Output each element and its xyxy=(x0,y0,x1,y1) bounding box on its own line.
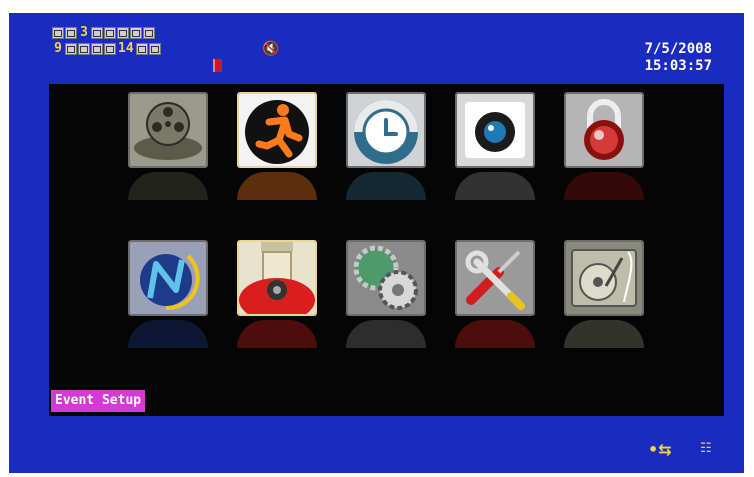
schedule-icon xyxy=(348,94,424,166)
channel-inactive-icon xyxy=(78,43,90,55)
system-menu-button[interactable] xyxy=(346,240,426,316)
channel-inactive-icon xyxy=(148,43,161,55)
tools-icon xyxy=(457,242,533,314)
record-menu-button[interactable] xyxy=(128,92,208,168)
channel-active-number: 14 xyxy=(118,41,134,56)
date-text: 7/5/2008 xyxy=(644,41,712,57)
menu-reflection xyxy=(237,172,317,200)
menu-reflection xyxy=(346,320,426,348)
menu-reflection xyxy=(346,172,426,200)
tools-menu-button[interactable] xyxy=(455,240,535,316)
menu-reflection xyxy=(564,320,644,348)
schedule-menu-button[interactable] xyxy=(346,92,426,168)
main-menu-panel xyxy=(49,84,724,416)
record-icon xyxy=(130,94,206,166)
time-text: 15:03:57 xyxy=(644,58,712,74)
datetime-display: 7/5/2008 15:03:57 xyxy=(645,41,712,75)
camera-icon xyxy=(457,94,533,166)
record-indicator-icon xyxy=(213,59,222,72)
channel-inactive-icon xyxy=(143,27,155,39)
network-menu-button[interactable] xyxy=(128,240,208,316)
event-setup-menu-button[interactable] xyxy=(237,92,317,168)
channel-inactive-icon xyxy=(135,43,148,55)
channel-inactive-icon xyxy=(65,27,77,39)
channel-inactive-icon xyxy=(130,27,142,39)
usb-icon: •⇆ xyxy=(648,440,672,459)
menu-reflection xyxy=(128,320,208,348)
network-icon xyxy=(130,242,206,314)
ptz-camera-icon xyxy=(239,242,315,314)
account-lock-icon xyxy=(566,94,642,166)
hdd-menu-button[interactable] xyxy=(564,240,644,316)
camera-menu-button[interactable] xyxy=(455,92,535,168)
menu-reflection xyxy=(237,320,317,348)
channel-active-number: 9 xyxy=(54,41,62,56)
menu-reflection xyxy=(128,172,208,200)
ptz-menu-button[interactable] xyxy=(237,240,317,316)
event-setup-icon xyxy=(239,94,315,166)
channel-inactive-icon xyxy=(104,43,116,55)
channel-inactive-icon xyxy=(65,43,77,55)
hdd-icon xyxy=(566,242,642,314)
muted-speaker-icon: 🔇 xyxy=(262,41,280,57)
menu-reflection xyxy=(455,172,535,200)
menu-status-label: Event Setup xyxy=(51,390,146,412)
channel-row-1: 3 xyxy=(52,25,161,41)
menu-reflection xyxy=(564,172,644,200)
channel-inactive-icon xyxy=(104,27,116,39)
account-menu-button[interactable] xyxy=(564,92,644,168)
system-gears-icon xyxy=(348,242,424,314)
channel-active-number: 3 xyxy=(80,25,88,40)
channel-row-2: 9 14 xyxy=(52,41,161,57)
network-status-icon: ☷ xyxy=(700,441,712,456)
channel-status-grid: 3 9 14 xyxy=(52,25,161,57)
channel-inactive-icon xyxy=(52,27,64,39)
menu-reflection xyxy=(455,320,535,348)
channel-inactive-icon xyxy=(117,27,129,39)
channel-inactive-icon xyxy=(91,43,103,55)
channel-inactive-icon xyxy=(91,27,103,39)
